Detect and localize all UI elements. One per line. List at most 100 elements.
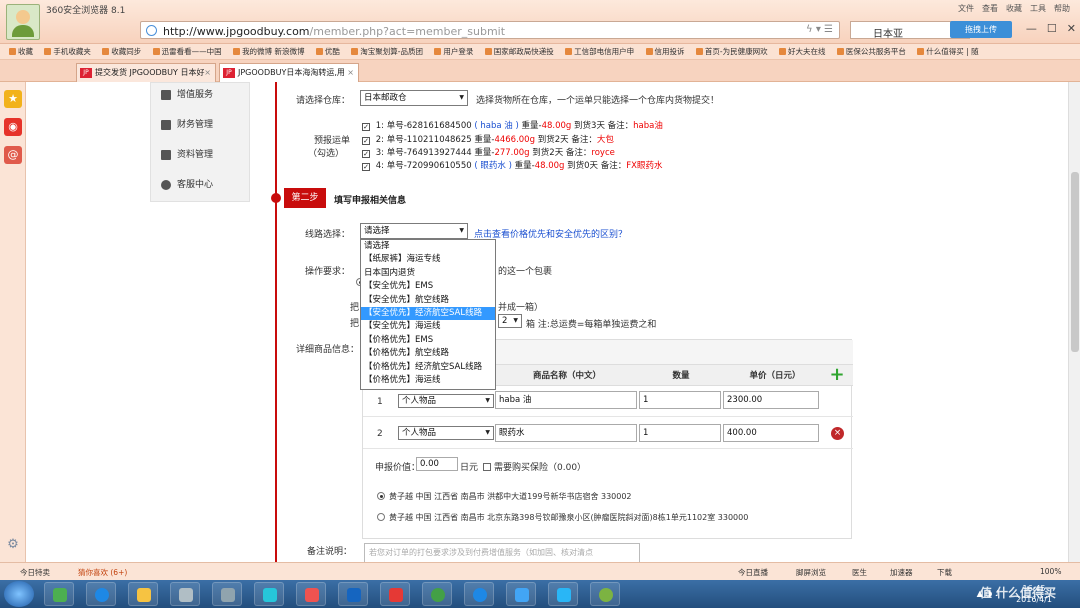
fav-item[interactable]: 我的微博 新浪微博 (233, 44, 304, 59)
route-option[interactable]: 【纸尿裤】海运专线 (361, 253, 495, 266)
route-option[interactable]: 【价格优先】EMS (361, 334, 495, 347)
wechat-icon[interactable] (590, 582, 620, 606)
minimize-button[interactable]: — (1026, 22, 1037, 35)
route-dropdown[interactable]: 请选择 【纸尿裤】海运专线 日本国内退货 【安全优先】EMS 【安全优先】航空线… (360, 239, 496, 390)
address-radio[interactable] (377, 492, 385, 500)
close-tab-icon[interactable]: × (347, 64, 354, 82)
menu-view[interactable]: 查看 (982, 3, 998, 14)
upload-button[interactable]: 拖拽上传 (950, 21, 1012, 38)
user-avatar-icon[interactable] (6, 4, 40, 40)
address-bar[interactable]: http://www.jpgoodbuy.com/member.php?act=… (140, 21, 840, 39)
fav-item[interactable]: 首页-为民健康网欢 (696, 44, 768, 59)
address-radio[interactable] (377, 513, 385, 521)
box-count-select[interactable]: 2 (498, 314, 522, 328)
taskbar-app[interactable] (464, 582, 494, 606)
taskbar-app[interactable] (44, 582, 74, 606)
fav-item[interactable]: 信用投诉 (646, 44, 685, 59)
remark-textarea[interactable]: 若您对订单的打包要求涉及到付费增值服务（如加固、核对清点 (364, 543, 640, 562)
address-option[interactable]: 黄子越 中国 江西省 南昌市 洪都中大道199号新华书店宿舍 330002 (377, 491, 632, 502)
prereport-row[interactable]: ✓ 2: 单号-110211048625 重量-4466.00g 到货2天 备注… (362, 133, 614, 145)
status-live[interactable]: 今日直播 (738, 567, 768, 578)
taskbar-app[interactable] (170, 582, 200, 606)
settings-icon[interactable]: ⚙ (4, 536, 22, 554)
tab-home[interactable]: JPGOODBUY日本海淘转运,用 × (219, 63, 359, 82)
route-option[interactable]: 【安全优先】海运线 (361, 320, 495, 333)
status-doctor[interactable]: 医生 (852, 567, 867, 578)
status-zoom[interactable]: 100% (1040, 567, 1061, 576)
fav-item[interactable]: 医保公共服务平台 (837, 44, 906, 59)
menu-help[interactable]: 帮助 (1054, 3, 1070, 14)
browser-360-icon[interactable] (422, 582, 452, 606)
fav-item[interactable]: 国家邮政局快递投 (485, 44, 554, 59)
mail-icon[interactable]: @ (4, 146, 22, 164)
page-scrollbar[interactable] (1068, 82, 1080, 580)
status-accelerator[interactable]: 加速器 (890, 567, 913, 578)
fav-item[interactable]: 工信部电信用户申 (565, 44, 634, 59)
route-option[interactable]: 【安全优先】EMS (361, 280, 495, 293)
fav-item[interactable]: 优酷 (316, 44, 340, 59)
insurance-checkbox[interactable] (483, 463, 491, 471)
maximize-button[interactable]: ☐ (1047, 22, 1057, 35)
url-text[interactable]: http://www.jpgoodbuy.com/member.php?act=… (163, 25, 505, 38)
taskbar-app[interactable] (380, 582, 410, 606)
price-input[interactable]: 400.00 (723, 424, 819, 442)
word-icon[interactable] (338, 582, 368, 606)
fav-item[interactable]: 什么值得买 | 随 (917, 44, 978, 59)
tab-submit[interactable]: 提交发货 JPGOODBUY 日本好 × (76, 63, 216, 82)
route-option[interactable]: 【价格优先】海运线 (361, 374, 495, 387)
insurance-option[interactable]: 需要购买保险（0.00） (483, 460, 586, 473)
prereport-row[interactable]: ✓ 1: 单号-628161684500 ( haba 油 ) 重量-48.00… (362, 119, 663, 131)
fav-item[interactable]: 迅雷看看——中国 (153, 44, 222, 59)
route-option[interactable]: 【价格优先】航空线路 (361, 347, 495, 360)
checkbox[interactable]: ✓ (362, 150, 370, 158)
close-tab-icon[interactable]: × (204, 64, 211, 82)
delete-item-button[interactable]: × (831, 427, 844, 440)
star-icon[interactable]: ★ (4, 90, 22, 108)
status-browse[interactable]: 脚屏浏览 (796, 567, 826, 578)
category-select[interactable]: 个人物品 (398, 426, 494, 440)
checkbox[interactable]: ✓ (362, 137, 370, 145)
prereport-row[interactable]: ✓ 3: 单号-764913927444 重量-277.00g 到货2天 备注：… (362, 146, 615, 158)
warehouse-select[interactable]: 日本邮政仓 (360, 90, 468, 106)
fav-item[interactable]: 收藏 (9, 44, 33, 59)
lightning-icon[interactable]: ϟ ▾ ☰ (806, 24, 833, 35)
fav-item[interactable]: 收藏同步 (102, 44, 141, 59)
fav-item[interactable]: 好大夫在线 (779, 44, 826, 59)
add-item-button[interactable]: + (829, 366, 845, 384)
menu-finance[interactable]: 财务管理 (151, 110, 251, 140)
product-name-input[interactable]: 眼药水 (495, 424, 637, 442)
menu-profile[interactable]: 资料管理 (151, 140, 251, 170)
fav-item[interactable]: 手机收藏夹 (44, 44, 91, 59)
close-window-button[interactable]: ✕ (1067, 22, 1076, 35)
scroll-thumb[interactable] (1071, 172, 1079, 352)
status-guess-like[interactable]: 猜你喜欢 (6+) (78, 567, 127, 578)
fav-item[interactable]: 淘宝聚划算-品质团 (351, 44, 423, 59)
taskbar-app[interactable] (254, 582, 284, 606)
route-compare-link[interactable]: 点击查看价格优先和安全优先的区别？ (474, 227, 627, 240)
folder-icon[interactable] (128, 582, 158, 606)
cloud-icon[interactable] (506, 582, 536, 606)
weibo-icon[interactable]: ◉ (4, 118, 22, 136)
quantity-input[interactable]: 1 (639, 391, 721, 409)
menu-file[interactable]: 文件 (958, 3, 974, 14)
price-input[interactable]: 2300.00 (723, 391, 819, 409)
declared-value-input[interactable]: 0.00 (416, 457, 458, 471)
menu-tools[interactable]: 工具 (1030, 3, 1046, 14)
route-option[interactable]: 【价格优先】经济航空SAL线路 (361, 361, 495, 374)
route-option[interactable]: 【安全优先】航空线路 (361, 294, 495, 307)
status-download[interactable]: 下载 (937, 567, 952, 578)
category-select[interactable]: 个人物品 (398, 394, 494, 408)
quantity-input[interactable]: 1 (639, 424, 721, 442)
start-button[interactable] (4, 581, 34, 607)
menu-value-added[interactable]: 增值服务 (151, 82, 251, 110)
route-select[interactable]: 请选择 (360, 223, 468, 239)
menu-service[interactable]: 客服中心 (151, 170, 251, 200)
taskbar-app[interactable] (212, 582, 242, 606)
prereport-row[interactable]: ✓ 4: 单号-720990610550 ( 眼药水 ) 重量-48.00g 到… (362, 159, 662, 171)
checkbox[interactable]: ✓ (362, 123, 370, 131)
route-option[interactable]: 请选择 (361, 240, 495, 253)
route-option-highlighted[interactable]: 【安全优先】经济航空SAL线路 (361, 306, 495, 321)
fav-item[interactable]: 用户登录 (434, 44, 473, 59)
route-option[interactable]: 日本国内退货 (361, 267, 495, 280)
address-option[interactable]: 黄子越 中国 江西省 南昌市 北京东路398号钦邮豫泉小区(肿瘤医院斜对面)8栋… (377, 512, 748, 523)
